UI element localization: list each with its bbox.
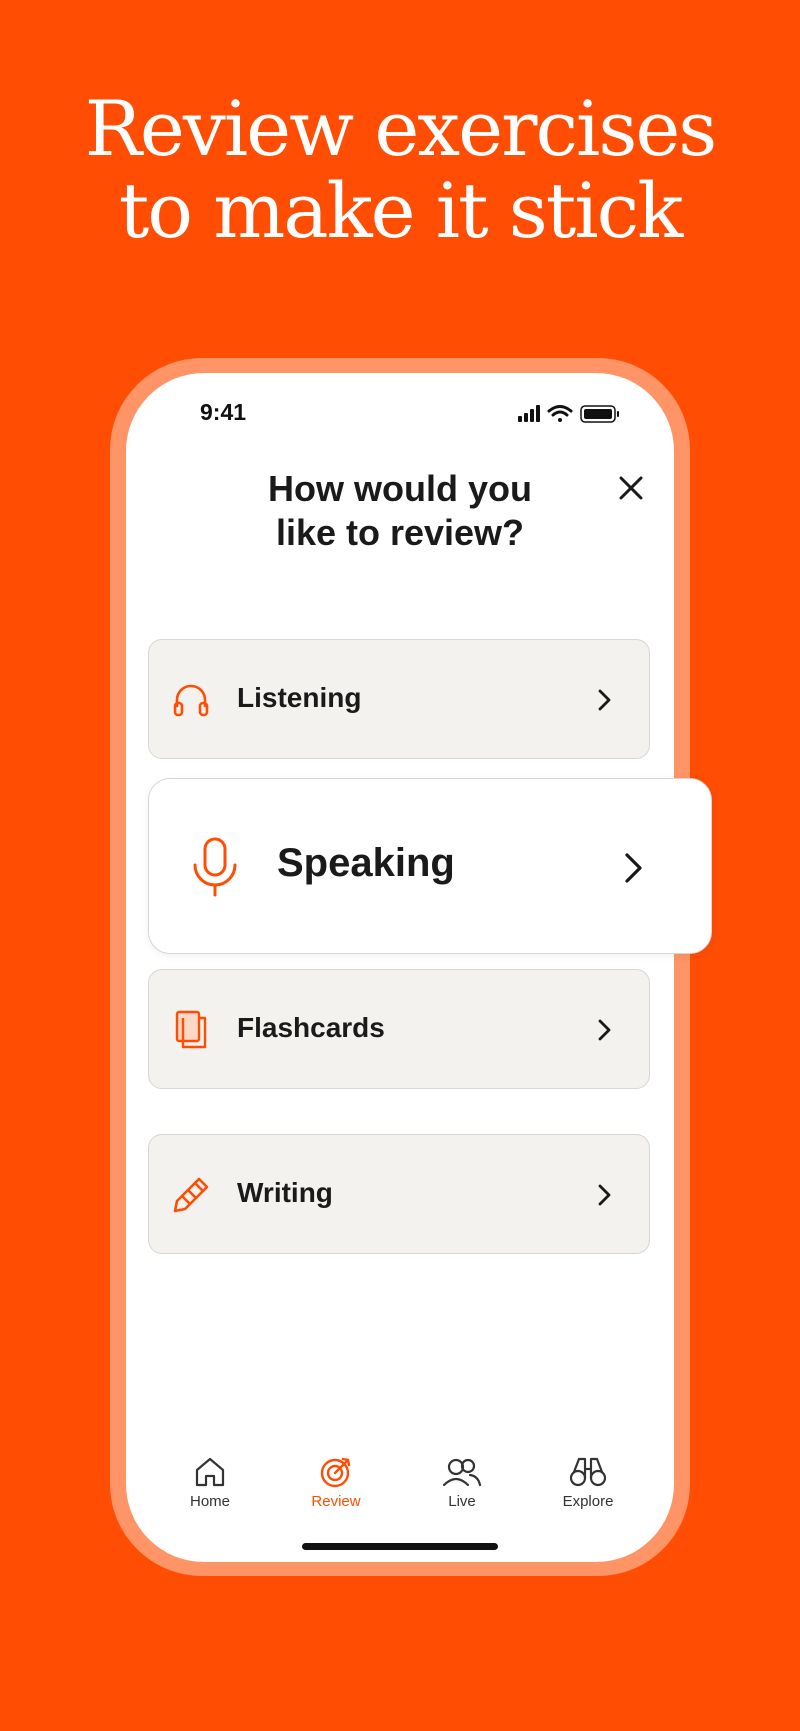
cellular-signal-icon <box>518 405 540 422</box>
target-icon <box>320 1457 351 1488</box>
screen-title-line-1: How would you <box>268 468 532 509</box>
option-label: Listening <box>237 682 362 713</box>
nav-home[interactable]: Home <box>147 1455 273 1510</box>
nav-label: Live <box>448 1493 476 1510</box>
headline-line-2: to make it stick <box>118 166 684 255</box>
screen-title: How would you like to review? <box>126 467 674 555</box>
option-label: Speaking <box>277 841 455 885</box>
option-label: Flashcards <box>237 1012 385 1043</box>
option-label: Writing <box>237 1177 333 1208</box>
binoculars-icon <box>569 1457 607 1487</box>
home-indicator <box>302 1543 498 1550</box>
option-writing[interactable]: Writing <box>148 1134 650 1254</box>
bottom-nav: Home Review Live Explore <box>126 1455 674 1525</box>
people-icon <box>442 1458 482 1487</box>
nav-label: Explore <box>562 1493 614 1510</box>
home-icon <box>195 1457 225 1487</box>
pencil-icon <box>173 1177 209 1213</box>
nav-live[interactable]: Live <box>399 1455 525 1510</box>
close-icon[interactable] <box>616 473 646 503</box>
chevron-right-icon <box>598 689 611 711</box>
flashcards-icon <box>175 1010 207 1049</box>
status-icons <box>518 405 619 423</box>
microphone-icon <box>193 837 237 897</box>
chevron-right-icon <box>625 853 642 883</box>
option-listening[interactable]: Listening <box>148 639 650 759</box>
headphones-icon <box>173 684 209 717</box>
option-flashcards[interactable]: Flashcards <box>148 969 650 1089</box>
headline-line-1: Review exercises <box>84 84 718 173</box>
chevron-right-icon <box>598 1184 611 1206</box>
nav-label: Home <box>189 1493 230 1510</box>
battery-icon <box>580 405 619 423</box>
chevron-right-icon <box>598 1019 611 1041</box>
option-speaking[interactable]: Speaking <box>148 778 712 954</box>
wifi-icon <box>547 405 573 422</box>
phone-screen: 9:41 How would you like to review? Liste… <box>126 373 712 1562</box>
nav-label: Review <box>311 1493 361 1510</box>
nav-review[interactable]: Review <box>273 1455 399 1510</box>
screen-title-line-2: like to review? <box>275 512 525 553</box>
headline: Review exercises to make it stick <box>0 88 800 252</box>
status-time: 9:41 <box>200 399 247 425</box>
nav-explore[interactable]: Explore <box>525 1455 651 1510</box>
